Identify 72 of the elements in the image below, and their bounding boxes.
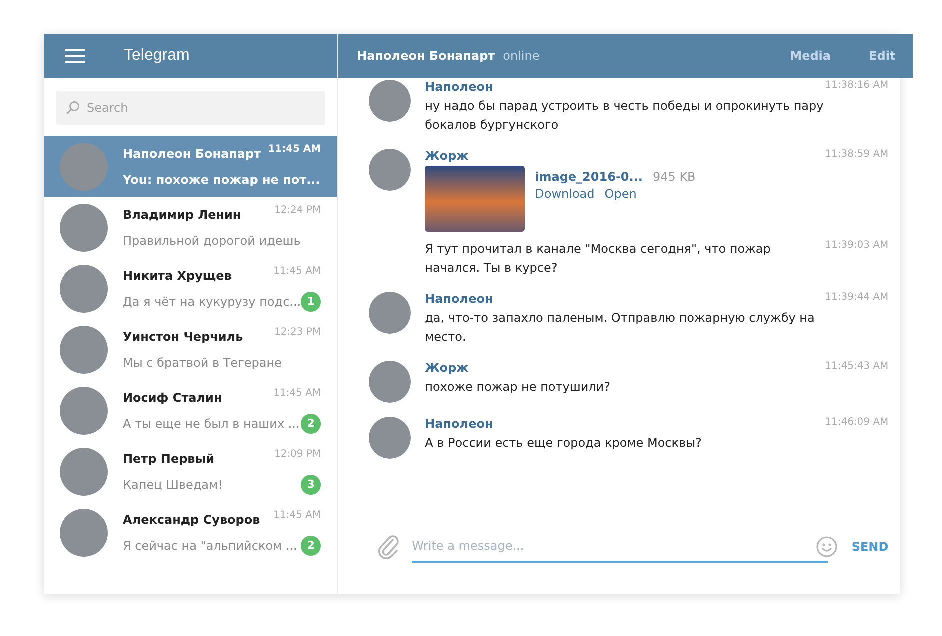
message-author: Жорж (425, 361, 470, 375)
chat-name: Иосиф Сталин (123, 390, 222, 404)
chat-time: 11:45 AM (274, 510, 322, 520)
chat-status: online (503, 49, 540, 63)
search-field[interactable]: Search (56, 91, 326, 125)
avatar-placeholder (369, 417, 412, 459)
chat-name: Никита Хрущев (123, 268, 232, 282)
chat-name: Владимир Ленин (123, 208, 242, 222)
message-time: 11:38:16 AM (825, 80, 889, 93)
message-author: Наполеон (425, 417, 494, 431)
chat-title: Наполеон Бонапарт (357, 49, 496, 63)
avatar-placeholder (60, 508, 108, 556)
avatar-placeholder (60, 448, 108, 496)
message-text: Я тут прочитал в канале "Москва сегодня", что пожар начался. Ты в курсе? (425, 241, 772, 277)
avatar-placeholder (60, 264, 108, 312)
avatar-placeholder (60, 142, 108, 190)
chat-name: Наполеон Бонапарт (123, 146, 262, 160)
unread-count: 3 (301, 474, 322, 494)
smiley-icon[interactable] (816, 536, 838, 558)
chat-time: 12:09 PM (274, 448, 322, 460)
unread-count: 2 (301, 414, 322, 434)
file-size: 945 KB (652, 170, 696, 184)
chat-preview: Правильной дорогой идешь (123, 234, 301, 248)
message-author: Жорж (425, 149, 470, 163)
paperclip-icon[interactable] (378, 535, 400, 559)
avatar-placeholder (369, 149, 412, 191)
chat-preview: Мы с братвой в Тегеране (123, 356, 282, 370)
unread-count: 1 (301, 292, 322, 312)
message-text: да, что-то запахло паленым. Отправлю пожарную службу на место. (425, 310, 816, 346)
avatar-placeholder (60, 386, 108, 434)
chat-preview: Да я чёт на кукурузу подс... (123, 294, 302, 308)
chat-time: 11:45 AM (274, 266, 322, 276)
avatar-placeholder (369, 80, 412, 122)
message-text: А в России есть еще города кроме Москвы? (425, 435, 703, 452)
menu-icon[interactable] (65, 48, 85, 64)
chat-item[interactable]: Никита Хрущев 11:45 AM Да я чёт на кукурузу подс... 1 (44, 258, 338, 319)
file-link[interactable]: Open (604, 187, 637, 201)
chat-item[interactable]: Уинстон Черчиль 12:23 PM Мы с братвой в Тегеране (44, 319, 338, 380)
chat-time: 11:45 AM (274, 388, 322, 398)
message-time: 11:45:43 AM (825, 361, 889, 374)
message-time: 11:39:44 AM (825, 292, 889, 305)
message-time: 11:38:59 AM (825, 149, 889, 162)
file-name: image_2016-0... (535, 170, 643, 184)
file-link[interactable]: Download (535, 187, 595, 201)
chat-name: Уинстон Черчиль (123, 330, 244, 344)
chat-name: Александр Суворов (123, 512, 260, 526)
avatar-placeholder (60, 326, 108, 374)
message-time: 11:46:09 AM (825, 417, 889, 430)
avatar-placeholder (60, 204, 108, 252)
chat-preview: Капец Шведам! (123, 478, 223, 492)
chat-name: Петр Первый (123, 452, 215, 466)
message-text: ну надо бы парад устроить в честь победы и опрокинуть пару бокалов бургунского (425, 98, 825, 134)
chat-preview: Я сейчас на "альпийском ... (123, 538, 298, 552)
chat-time: 11:45 AM (268, 144, 322, 154)
chat-time: 12:24 PM (274, 204, 322, 216)
avatar-placeholder (369, 361, 412, 403)
chat-preview: А ты еще не был в наших ... (123, 416, 300, 430)
chat-item[interactable]: Владимир Ленин 12:24 PM Правильной дорогой идешь (44, 197, 338, 258)
chat-time: 12:23 PM (274, 326, 322, 338)
search-icon (66, 101, 80, 115)
unread-count: 2 (301, 536, 322, 556)
chat-item[interactable]: Иосиф Сталин 11:45 AM А ты еще не был в наших ... 2 (44, 380, 338, 441)
message-author: Наполеон (425, 80, 494, 94)
avatar-placeholder (369, 292, 412, 334)
message-input[interactable]: Write a message... (412, 531, 828, 563)
chat-item[interactable]: Александр Суворов 11:45 AM Я сейчас на "альпийском ... 2 (44, 502, 338, 563)
message-author: Наполеон (425, 292, 494, 306)
chat-item[interactable]: Петр Первый 12:09 PM Капец Шведам! 3 (44, 441, 338, 502)
chat-preview: You: похоже пожар не пот... (123, 172, 320, 186)
message-text: похоже пожар не потушили? (425, 379, 612, 396)
message-time: 11:39:03 AM (825, 240, 889, 253)
app-title: Telegram (124, 47, 190, 65)
